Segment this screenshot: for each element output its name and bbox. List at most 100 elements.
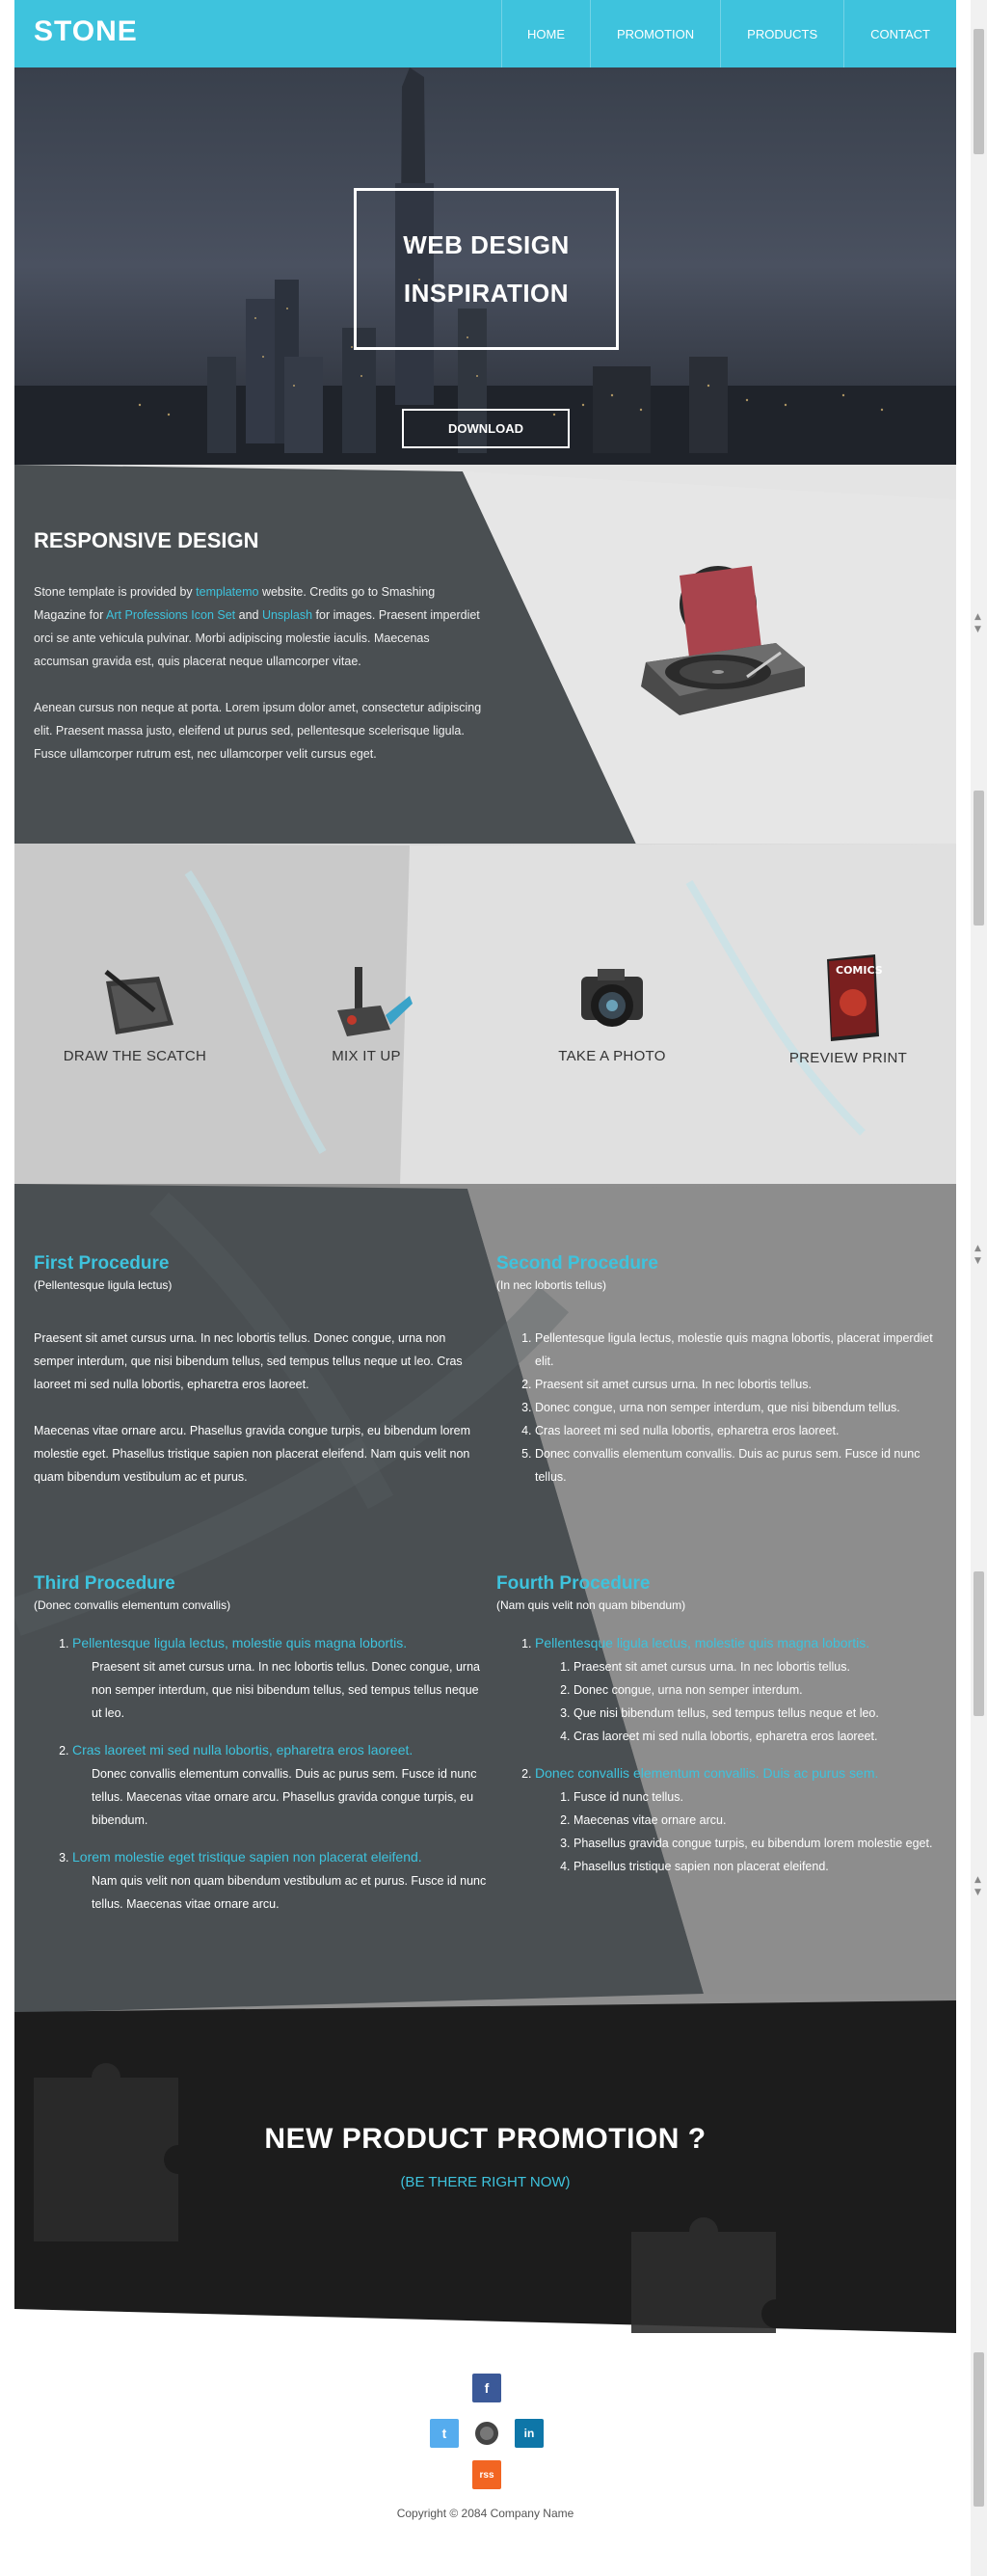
second-procedure-subtitle: (In nec lobortis tellus) — [496, 1278, 607, 1292]
vertical-scrollbar[interactable]: ▲ ▼ ▲ ▼ ▲ ▼ — [971, 0, 987, 2576]
feature-draw[interactable]: DRAW THE SCATCH — [53, 957, 217, 1064]
art-professions-link[interactable]: Art Professions Icon Set — [106, 608, 235, 622]
third-procedure-title: Third Procedure — [34, 1573, 175, 1594]
comics-book-icon: COMICS — [827, 954, 883, 1041]
feature-print-label: PREVIEW PRINT — [788, 1050, 908, 1066]
main-nav: HOME PROMOTION PRODUCTS CONTACT — [501, 0, 956, 67]
unsplash-link[interactable]: Unsplash — [262, 608, 312, 622]
feature-photo-label: TAKE A PHOTO — [558, 1048, 666, 1064]
joystick-icon — [337, 967, 413, 1036]
promotion-subtitle[interactable]: (BE THERE RIGHT NOW) — [14, 2174, 956, 2190]
p1-text-c: and — [235, 608, 262, 622]
nested-list-item: Fusce id nunc tellus. — [574, 1785, 949, 1809]
turntable-icon — [641, 566, 805, 715]
first-procedure-paragraph-1: Praesent sit amet cursus urna. In nec lo… — [34, 1331, 463, 1391]
templatemo-link[interactable]: templatemo — [196, 585, 258, 599]
list-item: Donec congue, urna non semper interdum, … — [535, 1396, 949, 1419]
third-procedure-subtitle: (Donec convallis elementum convallis) — [34, 1598, 231, 1612]
scrollbar-thumb[interactable] — [974, 1571, 984, 1716]
nested-list-item: Phasellus tristique sapien non placerat … — [574, 1855, 949, 1878]
nested-list-item: Donec congue, urna non semper interdum. — [574, 1678, 949, 1702]
promotion-section: NEW PRODUCT PROMOTION ? (BE THERE RIGHT … — [14, 2000, 956, 2333]
feature-print[interactable]: COMICS PREVIEW PRINT — [766, 950, 930, 1066]
list-item: Lorem molestie eget tristique sapien non… — [72, 1845, 487, 1916]
second-procedure-title: Second Procedure — [496, 1253, 658, 1274]
scroll-arrow-up-icon[interactable]: ▲ — [974, 1875, 981, 1885]
nav-home[interactable]: HOME — [501, 0, 590, 67]
procedures-section: First Procedure (Pellentesque ligula lec… — [14, 1184, 956, 2013]
scroll-arrow-down-icon[interactable]: ▼ — [974, 625, 981, 634]
tablet-pen-icon — [104, 970, 173, 1034]
logo[interactable]: STONE — [34, 15, 138, 48]
comics-label: COMICS — [836, 964, 883, 977]
hero-title-line2: INSPIRATION — [403, 279, 570, 308]
nav-products[interactable]: PRODUCTS — [720, 0, 843, 67]
linkedin-icon[interactable]: in — [515, 2419, 544, 2448]
download-button[interactable]: DOWNLOAD — [402, 409, 570, 448]
nav-contact[interactable]: CONTACT — [843, 0, 956, 67]
scroll-arrow-down-icon[interactable]: ▼ — [974, 1256, 981, 1266]
promotion-section-background — [14, 2000, 956, 2333]
list-item-heading: Pellentesque ligula lectus, molestie qui… — [535, 1635, 870, 1650]
fourth-procedure-title: Fourth Procedure — [496, 1573, 651, 1594]
nav-promotion[interactable]: PROMOTION — [590, 0, 720, 67]
rss-icon[interactable]: rss — [472, 2460, 501, 2489]
list-item: Pellentesque ligula lectus, molestie qui… — [535, 1631, 949, 1748]
fourth-procedure-subtitle: (Nam quis velit non quam bibendum) — [496, 1598, 686, 1612]
list-item: Praesent sit amet cursus urna. In nec lo… — [535, 1373, 949, 1396]
camera-icon — [581, 969, 643, 1027]
scrollbar-thumb[interactable] — [974, 2352, 984, 2507]
fourth-procedure: Fourth Procedure (Nam quis velit non qua… — [496, 1573, 949, 1878]
scrollbar-thumb[interactable] — [974, 29, 984, 154]
hero-title-line1: WEB DESIGN — [403, 230, 570, 259]
twitter-icon[interactable]: t — [430, 2419, 459, 2448]
facebook-icon[interactable]: f — [472, 2374, 501, 2402]
list-item-text: Nam quis velit non quam bibendum vestibu… — [92, 1874, 487, 1911]
list-item: Donec convallis elementum convallis. Dui… — [535, 1761, 949, 1878]
third-procedure: Third Procedure (Donec convallis element… — [34, 1573, 487, 1916]
responsive-text: Stone template is provided by templatemo… — [34, 580, 487, 789]
scroll-arrow-up-icon[interactable]: ▲ — [974, 1244, 981, 1253]
copyright: Copyright © 2084 Company Name — [396, 2507, 574, 2520]
nested-list: Fusce id nunc tellus. Maecenas vitae orn… — [535, 1785, 949, 1878]
list-item: Donec convallis elementum convallis. Dui… — [535, 1442, 949, 1489]
second-procedure: Second Procedure (In nec lobortis tellus… — [496, 1253, 949, 1489]
nested-list-item: Praesent sit amet cursus urna. In nec lo… — [574, 1655, 949, 1678]
third-procedure-list: Pellentesque ligula lectus, molestie qui… — [34, 1631, 487, 1916]
list-item: Cras laoreet mi sed nulla lobortis, epha… — [72, 1738, 487, 1832]
list-item-heading: Cras laoreet mi sed nulla lobortis, epha… — [72, 1742, 413, 1758]
first-procedure-title: First Procedure — [34, 1253, 170, 1274]
responsive-paragraph-2: Aenean cursus non neque at porta. Lorem … — [34, 701, 482, 761]
scrollbar-thumb[interactable] — [974, 791, 984, 926]
circle-icon — [475, 2422, 498, 2445]
site-wrapper: STONE HOME PROMOTION PRODUCTS CONTACT WE… — [14, 0, 956, 2576]
list-item: Pellentesque ligula lectus, molestie qui… — [72, 1631, 487, 1725]
second-procedure-list: Pellentesque ligula lectus, molestie qui… — [496, 1327, 949, 1489]
feature-mix[interactable]: MIX IT UP — [299, 957, 434, 1064]
list-item: Pellentesque ligula lectus, molestie qui… — [535, 1327, 949, 1373]
scroll-arrow-up-icon[interactable]: ▲ — [974, 612, 981, 622]
page: STONE HOME PROMOTION PRODUCTS CONTACT WE… — [0, 0, 987, 2576]
header: STONE HOME PROMOTION PRODUCTS CONTACT — [14, 0, 956, 67]
first-procedure: First Procedure (Pellentesque ligula lec… — [34, 1253, 487, 1489]
list-item: Cras laoreet mi sed nulla lobortis, epha… — [535, 1419, 949, 1442]
nested-list-item: Cras laoreet mi sed nulla lobortis, epha… — [574, 1725, 949, 1748]
nested-list-item: Maecenas vitae ornare arcu. — [574, 1809, 949, 1832]
nested-list-item: Phasellus gravida congue turpis, eu bibe… — [574, 1832, 949, 1855]
responsive-paragraph-1: Stone template is provided by templatemo… — [34, 580, 487, 673]
dribbble-icon[interactable] — [472, 2419, 501, 2448]
first-procedure-paragraph-2: Maecenas vitae ornare arcu. Phasellus gr… — [34, 1424, 471, 1484]
hero-banner: WEB DESIGN INSPIRATION DOWNLOAD — [14, 67, 956, 465]
nested-list-item: Que nisi bibendum tellus, sed tempus tel… — [574, 1702, 949, 1725]
list-item-heading: Lorem molestie eget tristique sapien non… — [72, 1849, 422, 1865]
nested-list: Praesent sit amet cursus urna. In nec lo… — [535, 1655, 949, 1748]
features-section: DRAW THE SCATCH MIX IT UP TAKE A PHOTO C… — [14, 844, 956, 1186]
scroll-arrow-down-icon[interactable]: ▼ — [974, 1888, 981, 1897]
hero-title-box: WEB DESIGN INSPIRATION — [354, 188, 619, 350]
list-item-text: Praesent sit amet cursus urna. In nec lo… — [92, 1660, 480, 1720]
p1-text-a: Stone template is provided by — [34, 585, 197, 599]
feature-photo[interactable]: TAKE A PHOTO — [530, 957, 694, 1064]
responsive-design-section: RESPONSIVE DESIGN Stone template is prov… — [14, 465, 956, 870]
list-item-heading: Donec convallis elementum convallis. Dui… — [535, 1765, 879, 1781]
feature-mix-label: MIX IT UP — [332, 1048, 401, 1064]
